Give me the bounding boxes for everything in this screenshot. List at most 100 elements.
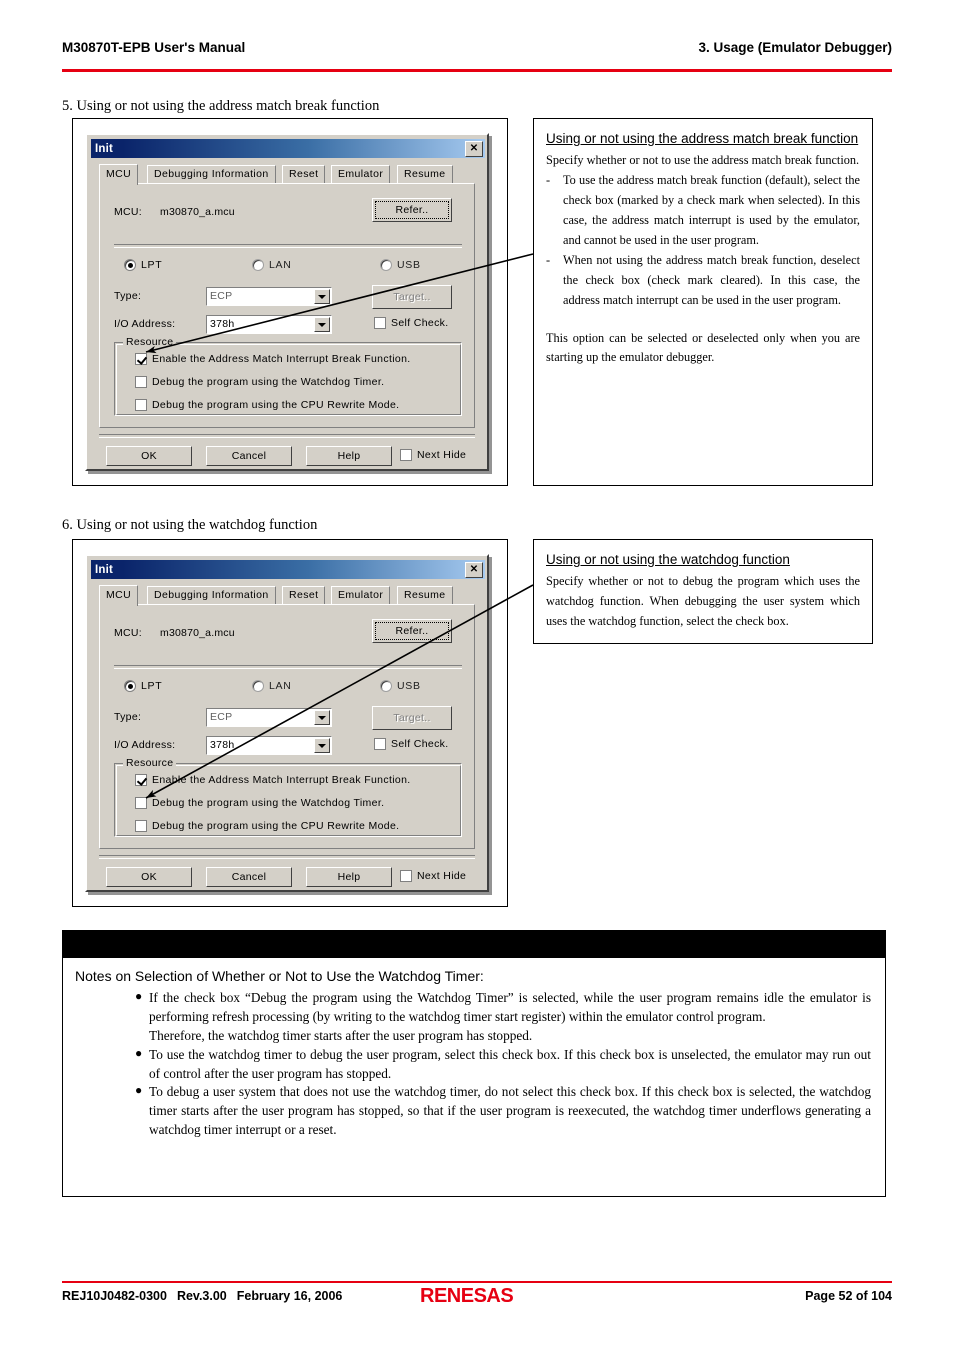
tab-mcu-2[interactable]: MCU [99,585,139,606]
target-button-2[interactable]: Target.. [372,706,452,730]
radio-usb-2[interactable]: USB [380,680,421,693]
footer-revision: Rev.3.00 [176,1289,227,1303]
type-label-2: Type: [114,711,142,723]
type-combo-value-1: ECP [210,290,233,302]
note-text: If the check box “Debug the program usin… [149,990,871,1024]
notes-title: Notes on Selection of Whether or Not to … [75,968,484,984]
note-item: ● If the check box “Debug the program usi… [135,989,871,1027]
type-combo-2[interactable]: ECP [206,708,332,727]
note-subtext: Therefore, the watchdog timer starts aft… [149,1027,533,1043]
checkbox-icon [135,376,147,388]
self-check-checkbox-2[interactable]: Self Check. [374,738,449,751]
footer-rule [62,1281,892,1283]
refer-button-2[interactable]: Refer.. [372,619,452,643]
ok-button-1[interactable]: OK [106,446,192,466]
checkbox-label: Debug the program using the CPU Rewrite … [152,820,400,832]
self-check-label-1: Self Check. [391,317,449,329]
dialog-title-1: Init [95,142,114,155]
help-button-1[interactable]: Help [306,446,392,466]
resource-group-title-2: Resource [123,757,177,769]
dash-marker: - [546,173,551,188]
close-icon[interactable]: ✕ [465,562,483,578]
io-address-combo-2[interactable]: 378h [206,736,332,755]
connection-radio-group-1: LPT LAN USB [100,259,474,275]
chevron-down-icon[interactable] [314,738,330,753]
header-rule [62,69,892,72]
notes-black-bar [62,930,886,957]
cancel-button-1[interactable]: Cancel [206,446,292,466]
ok-button-2[interactable]: OK [106,867,192,887]
titlebar-1: Init ✕ [91,139,485,158]
type-label-1: Type: [114,290,142,302]
io-address-label-1: I/O Address: [114,318,176,330]
tab-reset-2[interactable]: Reset [282,586,326,605]
checkbox-icon [400,870,412,882]
tab-reset-1[interactable]: Reset [282,165,326,184]
checkbox-enable-address-match-2[interactable]: Enable the Address Match Interrupt Break… [135,774,411,787]
radio-lan-1[interactable]: LAN [252,259,292,272]
target-button-1[interactable]: Target.. [372,285,452,309]
radio-lan-2[interactable]: LAN [252,680,292,693]
chevron-down-icon[interactable] [314,710,330,725]
callout-2-title: Using or not using the watchdog function [546,552,790,567]
init-dialog-2[interactable]: Init ✕ MCU Debugging Information Reset E… [85,554,489,892]
checkbox-icon [135,797,147,809]
chevron-down-icon[interactable] [314,289,330,304]
separator-1 [114,244,462,248]
mcu-value-1: m30870_a.mcu [160,206,235,218]
mcu-label-1: MCU: [114,206,143,218]
dash-marker: - [546,252,551,267]
next-hide-label-2: Next Hide [417,870,467,882]
callout-1-bullet-1: - To use the address match break function… [546,171,860,251]
checkbox-label: Debug the program using the Watchdog Tim… [152,797,385,809]
dialog-inner-2: Init ✕ MCU Debugging Information Reset E… [87,556,487,890]
close-icon[interactable]: ✕ [465,141,483,157]
page-header: M30870T-EPB User's Manual 3. Usage (Emul… [62,40,892,70]
checkbox-cpu-rewrite-mode-2[interactable]: Debug the program using the CPU Rewrite … [135,820,399,833]
checkbox-cpu-rewrite-mode-1[interactable]: Debug the program using the CPU Rewrite … [135,399,399,412]
header-manual-title: M30870T-EPB User's Manual [62,40,246,55]
self-check-checkbox-1[interactable]: Self Check. [374,317,449,330]
checkbox-watchdog-timer-2[interactable]: Debug the program using the Watchdog Tim… [135,797,384,810]
separator-2 [114,665,462,669]
manual-page: M30870T-EPB User's Manual 3. Usage (Emul… [0,0,954,1350]
type-combo-1[interactable]: ECP [206,287,332,306]
footer-page-number: Page 52 of 104 [805,1289,892,1303]
checkbox-enable-address-match-1[interactable]: Enable the Address Match Interrupt Break… [135,353,411,366]
tab-resume-1[interactable]: Resume [397,165,453,184]
next-hide-checkbox-2[interactable]: Next Hide [400,870,466,883]
bullet-icon: ● [135,1045,143,1060]
callout-1-bullet-1-text: To use the address match break function … [563,173,860,247]
dialog-title-2: Init [95,563,114,576]
cancel-button-2[interactable]: Cancel [206,867,292,887]
radio-lpt-1[interactable]: LPT [124,259,162,272]
tab-emulator-1[interactable]: Emulator [331,165,391,184]
tab-debugging-information-1[interactable]: Debugging Information [147,165,276,184]
tab-emulator-2[interactable]: Emulator [331,586,391,605]
checkbox-icon [135,820,147,832]
io-address-combo-1[interactable]: 378h [206,315,332,334]
resource-group-title-1: Resource [123,336,177,348]
checkbox-watchdog-timer-1[interactable]: Debug the program using the Watchdog Tim… [135,376,384,389]
mcu-label-2: MCU: [114,627,143,639]
notes-list: ● If the check box “Debug the program usi… [73,989,875,1140]
callout-1-para-1: Specify whether or not to use the addres… [546,153,860,168]
note-item: ● To use the watchdog timer to debug the … [135,1046,871,1084]
tab-resume-2[interactable]: Resume [397,586,453,605]
tab-mcu-1[interactable]: MCU [99,164,139,185]
checkbox-label: Enable the Address Match Interrupt Break… [152,353,411,365]
chevron-down-icon[interactable] [314,317,330,332]
button-row-separator-2 [99,855,475,859]
dialog-inner-1: Init ✕ MCU Debugging Information Reset E… [87,135,487,469]
init-dialog-1[interactable]: Init ✕ MCU Debugging Information Reset E… [85,133,489,471]
tabstrip-2: MCU Debugging Information Reset Emulator… [99,585,475,606]
radio-lpt-2[interactable]: LPT [124,680,162,693]
help-button-2[interactable]: Help [306,867,392,887]
type-combo-value-2: ECP [210,711,233,723]
resource-group-2: Resource Enable the Address Match Interr… [114,757,462,837]
next-hide-checkbox-1[interactable]: Next Hide [400,449,466,462]
radio-usb-1[interactable]: USB [380,259,421,272]
checkbox-icon [400,449,412,461]
tab-debugging-information-2[interactable]: Debugging Information [147,586,276,605]
refer-button-1[interactable]: Refer.. [372,198,452,222]
